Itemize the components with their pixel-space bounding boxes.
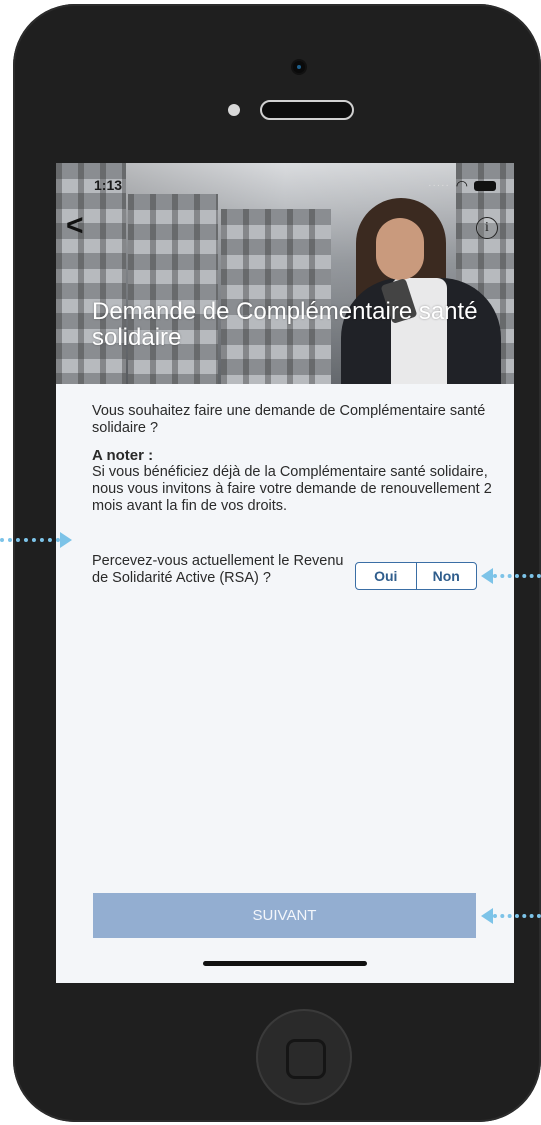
camera-icon bbox=[293, 61, 305, 73]
rsa-question-row: Percevez-vous actuellement le Revenu de … bbox=[92, 553, 492, 607]
yes-option[interactable]: Oui bbox=[356, 563, 416, 589]
no-option[interactable]: Non bbox=[415, 563, 477, 589]
next-button[interactable]: SUIVANT bbox=[93, 893, 476, 938]
home-button-icon[interactable] bbox=[256, 1009, 352, 1105]
back-button[interactable]: < bbox=[66, 211, 84, 241]
status-time: 1:13 bbox=[94, 177, 123, 193]
note-title: A noter : bbox=[92, 447, 154, 464]
status-indicators: ····· ◠ bbox=[428, 177, 496, 194]
note-body: Si vous bénéficiez déjà de la Complément… bbox=[92, 464, 492, 514]
rsa-question: Percevez-vous actuellement le Revenu de … bbox=[92, 553, 344, 586]
home-indicator bbox=[203, 961, 367, 966]
annotation-arrow-icon bbox=[481, 568, 541, 584]
annotation-arrow-icon bbox=[481, 908, 541, 924]
info-icon[interactable]: i bbox=[476, 217, 498, 239]
app-screen: 1:13 ····· ◠ < i Demande de Complémentai… bbox=[56, 163, 514, 983]
content-body: Vous souhaitez faire une demande de Comp… bbox=[92, 403, 492, 515]
signal-icon: ····· bbox=[428, 180, 450, 191]
intro-text: Vous souhaitez faire une demande de Comp… bbox=[92, 403, 486, 436]
page-title: Demande de Complémentaire santé solidair… bbox=[92, 298, 478, 351]
annotation-arrow-icon bbox=[0, 532, 72, 548]
wifi-icon: ◠ bbox=[455, 177, 468, 193]
hero-banner: 1:13 ····· ◠ < i Demande de Complémentai… bbox=[56, 163, 514, 384]
battery-icon bbox=[474, 180, 496, 191]
earpiece-speaker bbox=[260, 100, 354, 120]
yes-no-toggle: Oui Non bbox=[355, 562, 477, 590]
proximity-sensor bbox=[228, 104, 240, 116]
